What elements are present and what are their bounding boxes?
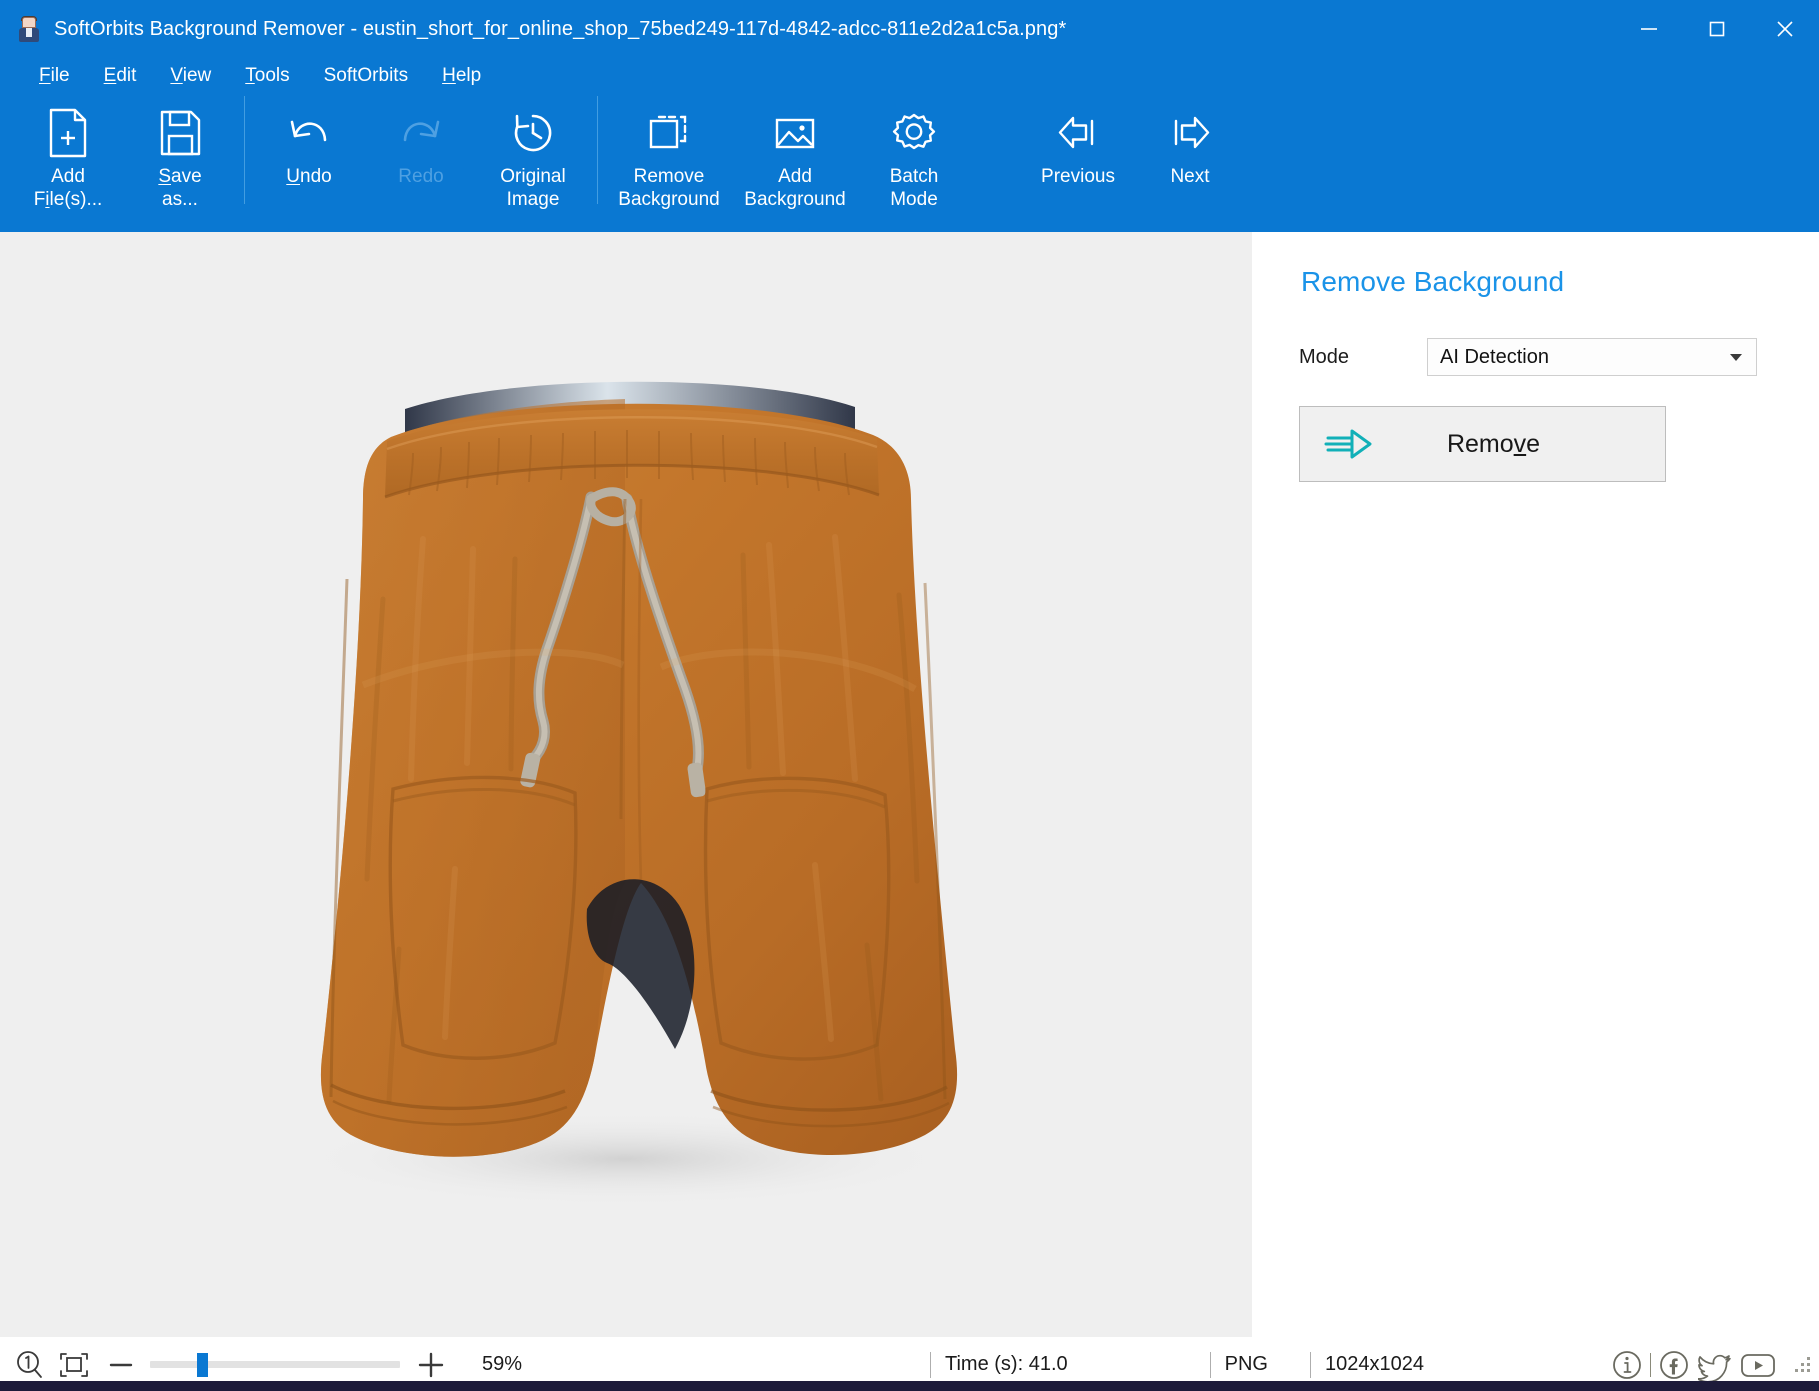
mode-label: Mode [1299, 346, 1427, 369]
right-panel: Remove Background Mode AI Detection [1253, 232, 1819, 1337]
status-time: Time (s): 41.0 [931, 1353, 1082, 1376]
cutout-marquee-icon [643, 102, 695, 164]
image-canvas[interactable] [0, 232, 1253, 1337]
status-separator-3 [1310, 1352, 1311, 1378]
undo-arrow-icon [282, 102, 336, 164]
app-person-icon [16, 16, 42, 42]
youtube-play-icon[interactable] [1737, 1348, 1779, 1382]
menu-item-file[interactable]: File [22, 63, 87, 89]
toolbar-button-next[interactable]: Next [1134, 94, 1246, 216]
toolbar-label-redo: Redo [398, 165, 443, 188]
gear-icon [888, 102, 940, 164]
toolbar-button-save-as[interactable]: Saveas... [124, 94, 236, 216]
toolbar-button-redo[interactable]: Redo [365, 94, 477, 216]
status-separator-2 [1210, 1352, 1211, 1378]
maximize-button[interactable] [1683, 0, 1751, 58]
menu-item-help[interactable]: Help [425, 63, 498, 89]
panel-title: Remove Background [1301, 266, 1785, 298]
toolbar-label-batch-mode: BatchMode [890, 165, 939, 211]
toolbar-button-remove-background[interactable]: RemoveBackground [606, 94, 732, 216]
zoom-1x-icon[interactable] [14, 1349, 46, 1381]
document-plus-icon [45, 102, 91, 164]
status-format: PNG [1211, 1353, 1282, 1376]
menu-bar: File Edit View Tools SoftOrbits Help [0, 58, 1819, 94]
clock-history-icon [507, 102, 559, 164]
toolbar-label-save-as: Saveas... [158, 165, 201, 211]
remove-button[interactable]: Remove [1299, 406, 1666, 482]
toolbar-button-previous[interactable]: Previous [1022, 94, 1134, 216]
window-controls [1615, 0, 1819, 58]
facebook-icon[interactable] [1653, 1348, 1695, 1382]
menu-item-view[interactable]: View [153, 63, 228, 89]
toolbar-separator-1 [244, 96, 245, 204]
zoom-slider[interactable] [150, 1350, 400, 1380]
toolbar-button-original-image[interactable]: OriginalImage [477, 94, 589, 216]
main-toolbar: AddFile(s)... Saveas... [0, 94, 1819, 232]
application-window: SoftOrbits Background Remover - eustin_s… [0, 0, 1819, 1391]
window-title: SoftOrbits Background Remover - eustin_s… [54, 18, 1066, 41]
status-separator-1 [930, 1352, 931, 1378]
toolbar-button-batch-mode[interactable]: BatchMode [858, 94, 970, 216]
title-bar: SoftOrbits Background Remover - eustin_s… [0, 0, 1819, 58]
chevron-down-icon [1730, 354, 1742, 361]
social-links [1606, 1348, 1779, 1382]
twitter-bird-icon[interactable] [1695, 1348, 1737, 1382]
toolbar-label-remove-background: RemoveBackground [618, 165, 719, 211]
toolbar-label-add-files: AddFile(s)... [34, 165, 103, 211]
workspace: Remove Background Mode AI Detection [0, 232, 1819, 1337]
menu-item-edit[interactable]: Edit [87, 63, 154, 89]
toolbar-button-add-background[interactable]: AddBackground [732, 94, 858, 216]
mode-dropdown[interactable]: AI Detection [1427, 338, 1757, 376]
toolbar-label-add-background: AddBackground [744, 165, 845, 211]
mode-dropdown-value: AI Detection [1440, 346, 1730, 369]
zoom-percent-label: 59% [482, 1353, 552, 1376]
toolbar-button-undo[interactable]: Undo [253, 94, 365, 216]
zoom-out-button[interactable] [106, 1350, 136, 1380]
resize-grip-icon[interactable] [1793, 1355, 1813, 1375]
toolbar-separator-2 [597, 96, 598, 204]
info-circle-icon[interactable] [1606, 1348, 1648, 1382]
menu-item-softorbits[interactable]: SoftOrbits [307, 63, 425, 89]
picture-icon [769, 102, 821, 164]
zoom-in-button[interactable] [416, 1350, 446, 1380]
toolbar-button-add-files[interactable]: AddFile(s)... [12, 94, 124, 216]
mode-row: Mode AI Detection [1299, 338, 1785, 376]
floppy-save-icon [157, 102, 203, 164]
zoom-slider-track [150, 1361, 400, 1368]
zoom-slider-thumb[interactable] [197, 1353, 208, 1377]
remove-button-label: Remove [1374, 430, 1613, 459]
window-bottom-edge [0, 1381, 1819, 1391]
toolbar-label-undo: Undo [286, 165, 331, 188]
arrow-right-bar-icon [1164, 102, 1216, 164]
fit-to-screen-icon[interactable] [58, 1350, 90, 1380]
minimize-button[interactable] [1615, 0, 1683, 58]
teal-arrow-right-icon [1322, 427, 1374, 461]
toolbar-label-next: Next [1170, 165, 1209, 188]
arrow-left-bar-icon [1052, 102, 1104, 164]
toolbar-label-original-image: OriginalImage [500, 165, 565, 211]
close-button[interactable] [1751, 0, 1819, 58]
status-dimensions: 1024x1024 [1311, 1353, 1438, 1376]
redo-arrow-icon [394, 102, 448, 164]
toolbar-label-previous: Previous [1041, 165, 1115, 188]
menu-item-tools[interactable]: Tools [228, 63, 306, 89]
shorts-image [155, 349, 1075, 1229]
social-divider [1650, 1353, 1651, 1377]
